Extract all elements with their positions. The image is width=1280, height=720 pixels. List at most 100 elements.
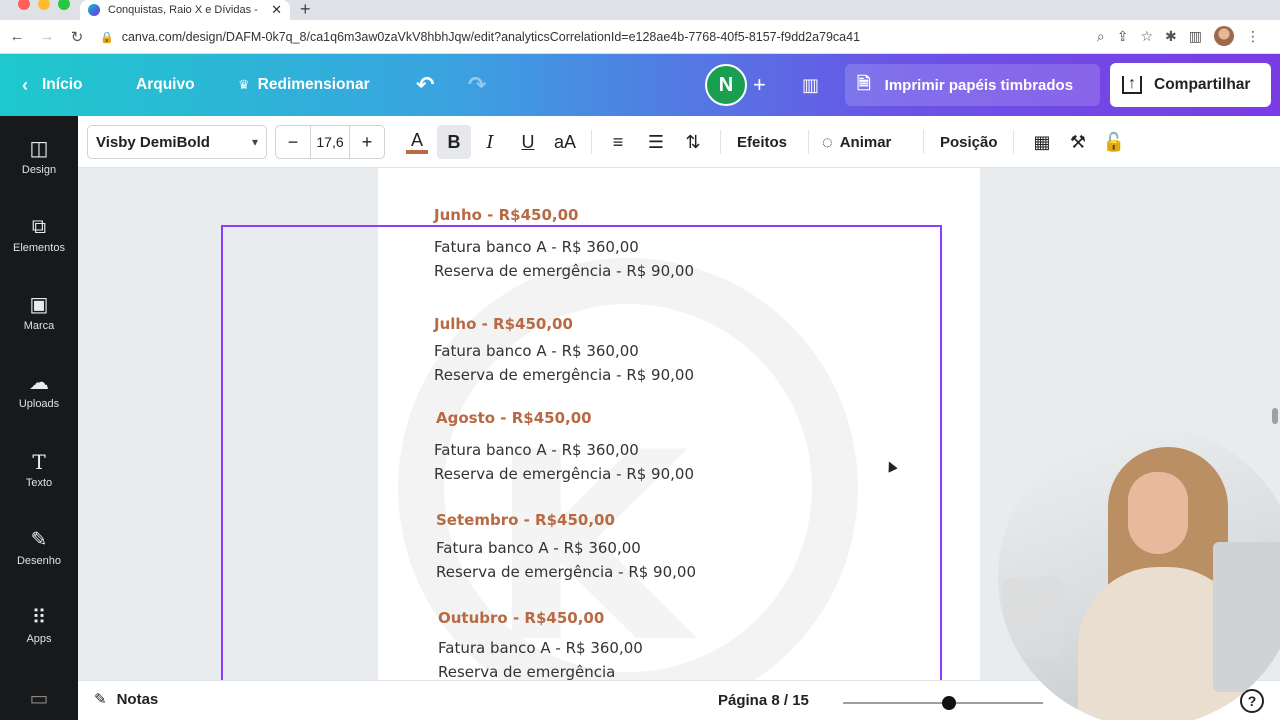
page-indicator[interactable]: Página 8 / 15 bbox=[718, 692, 809, 709]
vertical-scrollbar[interactable] bbox=[1272, 408, 1278, 424]
resize-button[interactable]: ♛ Redimensionar bbox=[238, 54, 370, 116]
chevron-down-icon: ▾ bbox=[251, 135, 258, 149]
apps-grid-icon: ⠿ bbox=[31, 607, 47, 629]
italic-button[interactable]: I bbox=[476, 125, 504, 159]
month-title: Junho - R$450,00 bbox=[434, 206, 579, 224]
browser-tab-bar: Conquistas, Raio X e Dívidas - ✕ + bbox=[0, 0, 1280, 20]
sidebar-item-label: Texto bbox=[25, 477, 53, 489]
notes-button[interactable]: ✎ Notas bbox=[94, 690, 159, 709]
shapes-icon: ⧉ bbox=[31, 216, 47, 238]
sidebar-item-folder[interactable]: ▭ bbox=[0, 682, 78, 712]
browser-menu-icon[interactable]: ⋮ bbox=[1246, 28, 1260, 45]
selection-box[interactable] bbox=[221, 225, 942, 680]
text-icon: T bbox=[32, 450, 46, 474]
sidebar-item-label: Marca bbox=[23, 320, 55, 332]
toolbar-divider bbox=[923, 130, 924, 154]
chevron-left-icon: ‹ bbox=[22, 74, 28, 95]
sidebar-item-label: Uploads bbox=[18, 398, 60, 410]
draw-icon: ✎ bbox=[30, 529, 48, 551]
font-family-select[interactable]: Visby DemiBold ▾ bbox=[87, 125, 267, 159]
decrease-font-size-button[interactable]: − bbox=[276, 132, 310, 153]
letter-case-button[interactable]: aA bbox=[550, 125, 580, 159]
tab-title: Conquistas, Raio X e Dívidas - bbox=[108, 4, 258, 16]
layout-icon: ◫ bbox=[29, 138, 49, 160]
paint-roller-icon[interactable]: ⚒ bbox=[1066, 125, 1090, 159]
file-menu-button[interactable]: Arquivo bbox=[136, 54, 195, 116]
resize-label: Redimensionar bbox=[257, 76, 370, 93]
print-letterhead-button[interactable]: 🗎 Imprimir papéis timbrados bbox=[845, 64, 1100, 106]
font-size-input[interactable]: 17,6 bbox=[310, 125, 350, 159]
text-toolbar: Visby DemiBold ▾ − 17,6 + A B I U aA ≡ ☰… bbox=[78, 116, 1280, 168]
close-window-icon[interactable] bbox=[18, 0, 30, 10]
font-size-stepper: − 17,6 + bbox=[275, 125, 385, 159]
cloud-upload-icon: ☁ bbox=[29, 372, 49, 394]
sidebar-item-draw[interactable]: ✎ Desenho bbox=[0, 511, 78, 581]
sidebar-item-label: Design bbox=[21, 164, 57, 176]
share-button[interactable]: ↑ Compartilhar bbox=[1110, 63, 1271, 107]
webcam-overlay bbox=[998, 427, 1280, 720]
sidebar-item-label: Desenho bbox=[16, 555, 62, 567]
lock-icon[interactable]: 🔓 bbox=[1102, 125, 1126, 159]
text-color-button[interactable]: A bbox=[402, 125, 432, 159]
bullet-list-icon[interactable]: ☰ bbox=[642, 125, 670, 159]
share-page-icon[interactable]: ⇪ bbox=[1117, 28, 1129, 45]
sidebar-item-brand[interactable]: ▣ Marca bbox=[0, 276, 78, 346]
maximize-window-icon[interactable] bbox=[58, 0, 70, 10]
close-tab-icon[interactable]: ✕ bbox=[271, 2, 282, 18]
home-button[interactable]: ‹ Início bbox=[22, 54, 82, 116]
underline-button[interactable]: U bbox=[514, 125, 542, 159]
home-label: Início bbox=[42, 76, 83, 93]
redo-icon[interactable]: ↷ bbox=[468, 54, 486, 116]
toolbar-divider bbox=[591, 130, 592, 154]
increase-font-size-button[interactable]: + bbox=[350, 132, 384, 153]
effects-button[interactable]: Efeitos bbox=[737, 125, 787, 159]
undo-icon[interactable]: ↶ bbox=[416, 54, 434, 116]
document-icon: 🗎 bbox=[857, 73, 871, 93]
insights-chart-icon[interactable]: ▥ bbox=[802, 54, 819, 116]
folder-icon: ▭ bbox=[29, 688, 49, 710]
animate-icon: ◌ bbox=[822, 131, 833, 152]
line-spacing-icon[interactable]: ⇅ bbox=[679, 125, 707, 159]
animate-button[interactable]: ◌ Animar bbox=[822, 125, 891, 159]
forward-icon[interactable]: → bbox=[32, 28, 62, 45]
address-bar: ← → ↻ 🔒 canva.com/design/DAFM-0k7q_8/ca1… bbox=[0, 20, 1280, 54]
url-field[interactable]: 🔒 canva.com/design/DAFM-0k7q_8/ca1q6m3aw… bbox=[100, 25, 1100, 49]
person-face bbox=[1128, 472, 1188, 554]
toolbar-divider bbox=[720, 130, 721, 154]
sidebar-item-apps[interactable]: ⠿ Apps bbox=[0, 589, 78, 659]
zoom-icon[interactable]: ⌕ bbox=[1097, 28, 1105, 45]
sidebar-item-text[interactable]: T Texto bbox=[0, 433, 78, 503]
canva-favicon-icon bbox=[88, 4, 100, 16]
new-tab-icon[interactable]: + bbox=[300, 0, 311, 20]
font-family-value: Visby DemiBold bbox=[96, 133, 210, 151]
extensions-icon[interactable]: ✱ bbox=[1165, 28, 1177, 45]
reload-icon[interactable]: ↻ bbox=[62, 28, 92, 46]
zoom-slider-handle[interactable] bbox=[942, 696, 956, 710]
share-label: Compartilhar bbox=[1154, 76, 1251, 93]
sidebar-item-design[interactable]: ◫ Design bbox=[0, 120, 78, 190]
lock-icon: 🔒 bbox=[100, 31, 114, 44]
transparency-icon[interactable]: ▦ bbox=[1030, 125, 1054, 159]
left-sidebar: ◫ Design ⧉ Elementos ▣ Marca ☁ Uploads T… bbox=[0, 116, 78, 720]
align-center-icon[interactable]: ≡ bbox=[604, 125, 632, 159]
add-collaborator-icon[interactable]: + bbox=[753, 54, 766, 116]
back-icon[interactable]: ← bbox=[2, 28, 32, 45]
print-label: Imprimir papéis timbrados bbox=[884, 76, 1074, 94]
text-color-icon: A bbox=[410, 129, 423, 150]
sidebar-item-uploads[interactable]: ☁ Uploads bbox=[0, 354, 78, 424]
text-color-swatch bbox=[406, 149, 428, 154]
bookmark-star-icon[interactable]: ☆ bbox=[1140, 28, 1153, 45]
browser-tab[interactable]: Conquistas, Raio X e Dívidas - ✕ bbox=[80, 0, 290, 20]
bold-button[interactable]: B bbox=[437, 125, 471, 159]
editor-top-bar: ‹ Início Arquivo ♛ Redimensionar ↶ ↷ N +… bbox=[0, 54, 1280, 116]
user-avatar[interactable]: N bbox=[705, 64, 747, 106]
position-button[interactable]: Posição bbox=[940, 125, 998, 159]
share-upload-icon: ↑ bbox=[1122, 76, 1142, 94]
toolbar-divider bbox=[808, 130, 809, 154]
sidebar-item-elements[interactable]: ⧉ Elementos bbox=[0, 198, 78, 268]
minimize-window-icon[interactable] bbox=[38, 0, 50, 10]
profile-avatar[interactable] bbox=[1214, 26, 1234, 46]
sidebar-panel-icon[interactable]: ▥ bbox=[1189, 28, 1202, 45]
sidebar-item-label: Apps bbox=[26, 633, 52, 645]
notes-label: Notas bbox=[116, 690, 159, 708]
